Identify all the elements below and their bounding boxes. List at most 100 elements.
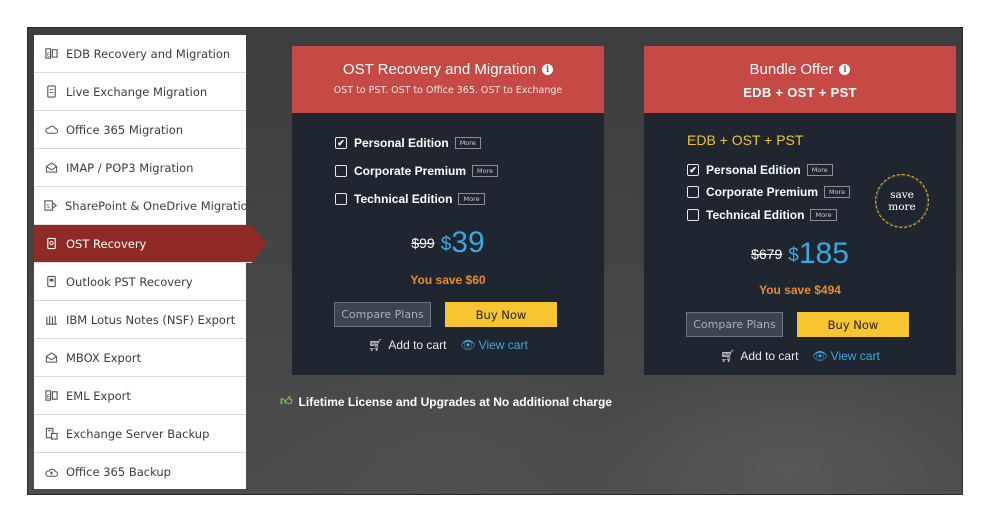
sidebar-item-label: Office 365 Backup (66, 465, 171, 479)
sidebar-item-eml-export[interactable]: E EML Export (34, 377, 246, 415)
bundle-pricing-card: Bundle Offer i EDB + OST + PST EDB + OST… (644, 46, 956, 375)
checkbox-icon[interactable] (335, 165, 347, 177)
sharepoint-icon: S (44, 199, 57, 213)
card-title: OST Recovery and Migration i (343, 61, 554, 78)
server-icon (44, 85, 58, 99)
option-technical-edition[interactable]: Technical Edition More (335, 192, 485, 206)
sidebar-item-lotus-notes[interactable]: IBM Lotus Notes (NSF) Export (34, 301, 246, 339)
more-link[interactable]: More (806, 164, 833, 176)
buy-now-button[interactable]: Buy Now (797, 312, 909, 337)
eye-icon: 👁︎ (460, 338, 476, 352)
add-to-cart-link[interactable]: 🛒︎ Add to cart (720, 349, 798, 363)
sidebar-item-office365-migration[interactable]: Office 365 Migration (34, 111, 246, 149)
old-price: $99 (411, 235, 435, 251)
ost-pricing-card: OST Recovery and Migration i OST to PST.… (292, 46, 604, 375)
lifetime-license-note: 👍︎ Lifetime License and Upgrades at No a… (280, 394, 612, 409)
view-cart-link[interactable]: 👁︎ View cart (812, 349, 879, 363)
eml-icon: E (44, 389, 58, 403)
option-label: Corporate Premium (354, 164, 467, 178)
sidebar-item-imap-pop3[interactable]: IMAP / POP3 Migration (34, 149, 246, 187)
sidebar-item-label: OST Recovery (66, 236, 147, 251)
card-header: Bundle Offer i EDB + OST + PST (644, 46, 956, 113)
more-link[interactable]: More (810, 209, 837, 221)
cloud-icon (44, 123, 58, 137)
compare-plans-button[interactable]: Compare Plans (686, 312, 783, 337)
edb-icon: E (44, 47, 58, 61)
more-link[interactable]: More (454, 137, 481, 149)
sidebar-item-label: Office 365 Migration (66, 122, 184, 137)
add-to-cart-label: Add to cart (740, 349, 799, 363)
card-subtitle: EDB + OST + PST (743, 85, 857, 100)
savings-text: You save $494 (759, 283, 841, 297)
backup-server-icon (44, 427, 58, 441)
sidebar-item-label: IBM Lotus Notes (NSF) Export (66, 312, 236, 327)
option-personal-edition[interactable]: ✔ Personal Edition More (687, 163, 833, 177)
pst-icon (44, 275, 58, 289)
checkbox-icon[interactable] (687, 209, 699, 221)
old-price: $679 (751, 246, 783, 262)
sidebar-item-label: SharePoint & OneDrive Migration (65, 198, 255, 213)
envelope-icon (44, 351, 58, 365)
more-link[interactable]: More (472, 165, 499, 177)
checkbox-checked-icon[interactable]: ✔ (687, 164, 699, 176)
option-personal-edition[interactable]: ✔ Personal Edition More (335, 136, 481, 150)
compare-plans-button[interactable]: Compare Plans (334, 302, 431, 327)
checkbox-checked-icon[interactable]: ✔ (335, 137, 347, 149)
view-cart-link[interactable]: 👁︎ View cart (460, 338, 527, 352)
view-cart-label: View cart (830, 349, 880, 363)
price-display: $99 $39 (292, 226, 604, 260)
info-icon[interactable]: i (839, 64, 851, 75)
sidebar-item-exchange-backup[interactable]: Exchange Server Backup (34, 415, 246, 453)
ost-icon (44, 237, 58, 251)
sidebar-item-office365-backup[interactable]: Office 365 Backup (34, 453, 246, 491)
more-link[interactable]: More (824, 186, 851, 198)
option-label: Technical Edition (706, 208, 805, 222)
card-header: OST Recovery and Migration i OST to PST.… (292, 46, 604, 113)
sidebar-item-label: EML Export (66, 388, 131, 403)
sidebar-item-label: MBOX Export (66, 350, 142, 365)
option-corporate-premium[interactable]: Corporate Premium More (687, 185, 851, 199)
buy-now-button[interactable]: Buy Now (445, 302, 557, 327)
savings-text: You save $60 (410, 273, 486, 287)
envelope-icon (44, 161, 58, 175)
option-corporate-premium[interactable]: Corporate Premium More (335, 164, 499, 178)
checkbox-icon[interactable] (335, 193, 347, 205)
eye-icon: 👁︎ (812, 349, 828, 363)
checkbox-icon[interactable] (687, 186, 699, 198)
option-technical-edition[interactable]: Technical Edition More (687, 208, 837, 222)
sidebar-item-mbox-export[interactable]: MBOX Export (34, 339, 246, 377)
info-icon[interactable]: i (542, 64, 554, 75)
currency-symbol: $ (788, 245, 799, 266)
price-display: $679 $185 (644, 237, 956, 271)
cloud-backup-icon (44, 465, 58, 479)
option-label: Personal Edition (706, 163, 801, 177)
sidebar-item-label: Live Exchange Migration (66, 84, 208, 99)
svg-text:S: S (46, 204, 50, 210)
product-sidebar: E EDB Recovery and Migration Live Exchan… (34, 35, 266, 491)
cart-row: 🛒︎ Add to cart 👁︎ View cart (644, 349, 956, 363)
save-more-badge: save more (875, 174, 929, 228)
sidebar-item-label: Exchange Server Backup (66, 426, 210, 441)
svg-text:E: E (46, 394, 50, 400)
option-label: Technical Edition (354, 192, 453, 206)
currency-symbol: $ (440, 234, 452, 255)
view-cart-label: View cart (478, 338, 528, 352)
current-price: 185 (798, 237, 849, 270)
option-label: Corporate Premium (706, 185, 819, 199)
lifetime-text: Lifetime License and Upgrades at No addi… (298, 394, 612, 409)
thumbs-up-icon: 👍︎ (280, 394, 293, 408)
sidebar-item-sharepoint-onedrive[interactable]: S SharePoint & OneDrive Migration (34, 187, 255, 225)
more-link[interactable]: More (458, 193, 485, 205)
add-to-cart-link[interactable]: 🛒︎ Add to cart (368, 338, 446, 352)
sidebar-item-outlook-pst[interactable]: Outlook PST Recovery (34, 263, 246, 301)
badge-line: save (890, 189, 914, 201)
add-to-cart-label: Add to cart (388, 338, 447, 352)
sidebar-item-ost-recovery[interactable]: OST Recovery (34, 225, 266, 263)
sidebar-item-label: EDB Recovery and Migration (66, 46, 231, 61)
badge-line: more (888, 201, 916, 213)
pricing-frame: E EDB Recovery and Migration Live Exchan… (27, 27, 963, 495)
sidebar-item-live-exchange[interactable]: Live Exchange Migration (34, 73, 246, 111)
sidebar-item-edb-recovery[interactable]: E EDB Recovery and Migration (34, 35, 246, 73)
card-subtitle: OST to PST. OST to Office 365. OST to Ex… (333, 85, 563, 96)
lotus-icon (44, 313, 58, 327)
